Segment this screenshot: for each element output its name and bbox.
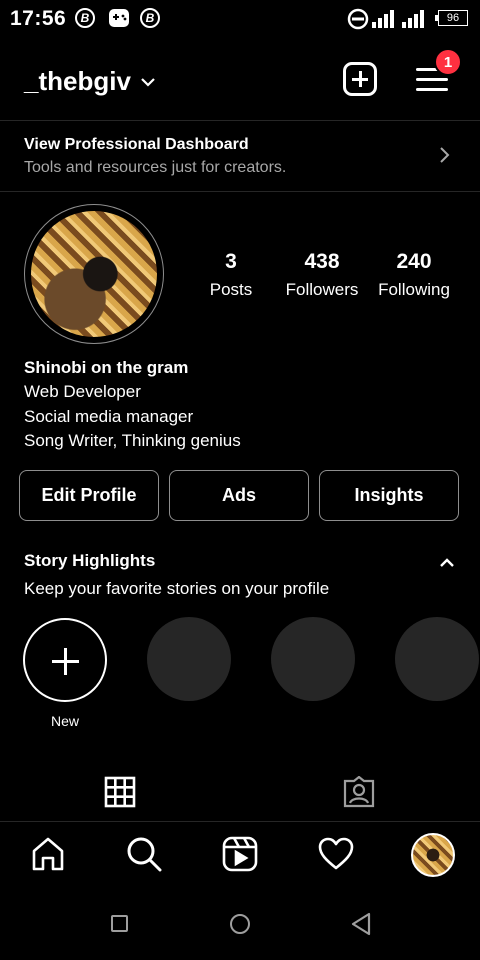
status-time: 17:56 [10, 7, 67, 30]
highlight-placeholder [147, 617, 231, 701]
home-icon[interactable] [30, 836, 66, 877]
new-highlight-label: New [50, 713, 79, 729]
ads-button[interactable]: Ads [169, 470, 309, 521]
account-username[interactable]: _thebgiv [24, 66, 131, 97]
chevron-up-icon[interactable] [439, 556, 455, 574]
recent-apps-icon[interactable] [111, 915, 128, 932]
followers-count: 438 [304, 250, 340, 273]
tagged-photos-icon[interactable] [342, 775, 376, 813]
highlight-placeholder [395, 617, 479, 701]
bio-line: Social media manager [24, 407, 194, 426]
divider [0, 821, 480, 822]
battery-level: 96 [446, 12, 460, 24]
b-app-notification-icon: B [75, 8, 95, 28]
edit-profile-button[interactable]: Edit Profile [19, 470, 159, 521]
heart-icon[interactable] [318, 836, 354, 877]
do-not-disturb-icon [347, 8, 369, 35]
posts-count: 3 [225, 250, 237, 273]
reels-icon[interactable] [222, 836, 258, 877]
chevron-right-icon [438, 146, 450, 169]
stat-following[interactable]: 240 Following [369, 250, 459, 300]
home-button-icon[interactable] [230, 914, 250, 934]
chevron-down-icon[interactable] [140, 75, 156, 93]
bio-line: Web Developer [24, 382, 141, 401]
followers-label: Followers [285, 280, 359, 299]
battery-icon: 96 [435, 10, 468, 26]
highlight-placeholder [271, 617, 355, 701]
new-highlight-button[interactable] [23, 618, 107, 702]
profile-avatar[interactable] [31, 211, 157, 337]
story-highlights-subtitle: Keep your favorite stories on your profi… [24, 579, 330, 598]
professional-dashboard-row[interactable] [0, 121, 480, 191]
game-controller-icon [108, 8, 130, 33]
following-count: 240 [396, 250, 432, 273]
cell-signal-icon [402, 8, 430, 33]
grid-icon[interactable] [104, 776, 136, 813]
b-app-notification-icon-2: B [140, 8, 160, 28]
bio-line: Song Writer, Thinking genius [24, 431, 241, 450]
dashboard-subtitle: Tools and resources just for creators. [24, 159, 287, 176]
divider [0, 191, 480, 192]
search-icon[interactable] [126, 836, 162, 877]
wifi-signal-icon [372, 8, 398, 33]
posts-label: Posts [209, 280, 253, 299]
back-icon[interactable] [350, 912, 372, 941]
stat-followers[interactable]: 438 Followers [277, 250, 367, 300]
insights-button[interactable]: Insights [319, 470, 459, 521]
following-label: Following [378, 280, 450, 299]
dashboard-title: View Professional Dashboard [24, 136, 249, 153]
profile-display-name: Shinobi on the gram [24, 358, 189, 377]
profile-tab-avatar[interactable] [411, 833, 455, 877]
create-post-icon[interactable] [343, 62, 377, 96]
stat-posts[interactable]: 3 Posts [186, 250, 276, 300]
notification-badge: 1 [434, 48, 462, 76]
status-bar: 17:56 B B 96 [0, 0, 480, 38]
story-highlights-title: Story Highlights [24, 551, 156, 570]
